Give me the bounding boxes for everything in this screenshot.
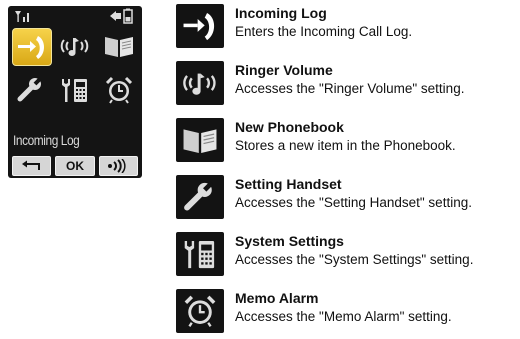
volume-softkey[interactable] (98, 156, 138, 176)
incoming-log-icon (18, 36, 44, 59)
sound-waves-icon (108, 159, 126, 173)
menu-item-memo-alarm[interactable] (100, 72, 138, 108)
legend-title: Setting Handset (235, 176, 342, 192)
softkey-bar: OK (12, 156, 138, 176)
legend-title: System Settings (235, 233, 344, 249)
menu-item-setting-handset[interactable] (12, 72, 50, 108)
menu-item-ringer-volume[interactable] (56, 28, 94, 64)
legend-row-setting-handset: Setting Handset Accesses the "Setting Ha… (176, 175, 520, 219)
legend-row-system-settings: System Settings Accesses the "System Set… (176, 232, 520, 276)
system-settings-icon (176, 232, 224, 276)
legend-description: Enters the Incoming Call Log. (235, 24, 413, 39)
ringer-volume-icon (60, 38, 89, 56)
signal-icon (15, 11, 29, 22)
handset-screen: Incoming Log OK (8, 6, 142, 178)
new-phonebook-icon (105, 37, 133, 57)
selected-item-label: Incoming Log (13, 132, 80, 148)
status-bar (8, 6, 142, 26)
battery-icon (110, 8, 133, 24)
system-settings-icon (62, 79, 87, 102)
legend-row-memo-alarm: Memo Alarm Accesses the "Memo Alarm" set… (176, 289, 520, 333)
legend-title: Memo Alarm (235, 290, 319, 306)
ringer-volume-icon (176, 61, 224, 105)
legend-row-new-phonebook: New Phonebook Stores a new item in the P… (176, 118, 520, 162)
back-softkey[interactable] (12, 156, 52, 176)
legend-row-incoming-log: Incoming Log Enters the Incoming Call Lo… (176, 4, 520, 48)
legend-description: Accesses the "Memo Alarm" setting. (235, 309, 452, 324)
legend-row-ringer-volume: Ringer Volume Accesses the "Ringer Volum… (176, 61, 520, 105)
legend-title: Ringer Volume (235, 62, 333, 78)
new-phonebook-icon (176, 118, 224, 162)
alarm-clock-icon (105, 76, 133, 104)
legend-description: Stores a new item in the Phonebook. (235, 138, 456, 153)
wrench-icon (176, 175, 224, 219)
legend-title: Incoming Log (235, 5, 327, 21)
menu-item-new-phonebook[interactable] (100, 28, 138, 64)
legend-title: New Phonebook (235, 119, 344, 135)
incoming-log-icon (176, 4, 224, 48)
menu-item-incoming-log[interactable] (12, 28, 52, 66)
legend-description: Accesses the "Setting Handset" setting. (235, 195, 472, 210)
ok-softkey[interactable]: OK (55, 156, 95, 176)
legend-description: Accesses the "Ringer Volume" setting. (235, 81, 465, 96)
menu-item-system-settings[interactable] (56, 72, 94, 108)
legend-description: Accesses the "System Settings" setting. (235, 252, 474, 267)
back-arrow-icon (21, 160, 40, 170)
wrench-icon (17, 76, 43, 102)
alarm-clock-icon (176, 289, 224, 333)
